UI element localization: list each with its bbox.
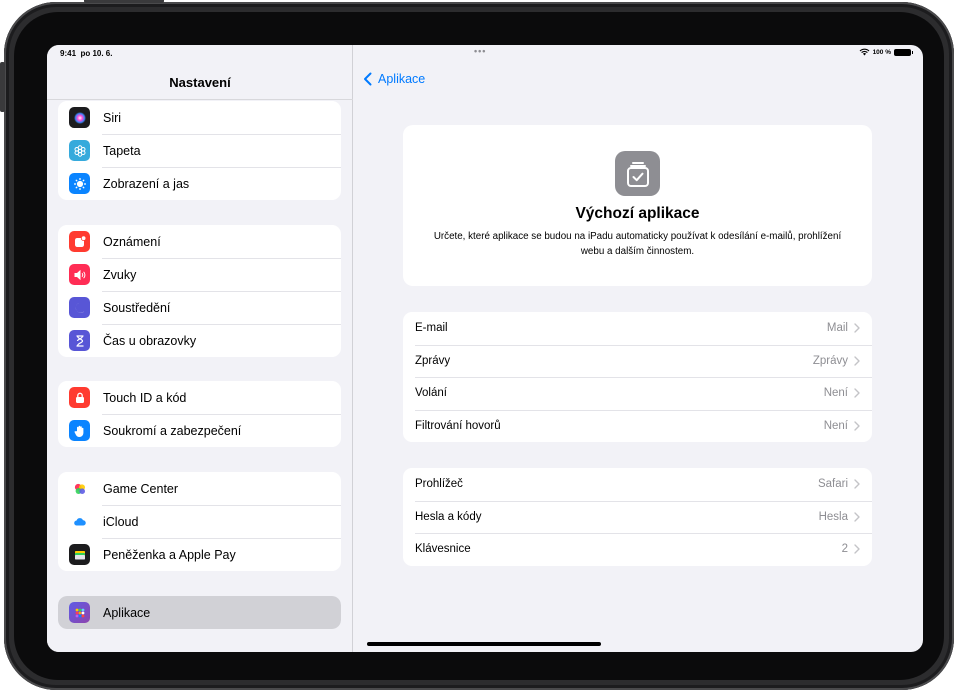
default-apps-card: Výchozí aplikace Určete, které aplikace … xyxy=(403,125,872,286)
row-value: Není xyxy=(823,419,848,432)
back-label: Aplikace xyxy=(378,72,426,86)
multitasking-dots[interactable]: ••• xyxy=(474,46,486,56)
moon-icon xyxy=(69,297,90,318)
settings-sidebar: Nastavení Siri Tapeta Zobrazení a jas Oz… xyxy=(47,45,353,652)
sidebar-item-aplikace[interactable]: Aplikace xyxy=(58,596,341,629)
sidebar-group-apps: Aplikace xyxy=(58,596,341,629)
sidebar-title: Nastavení xyxy=(169,75,231,90)
sidebar-item-label: Čas u obrazovky xyxy=(103,333,197,348)
email-default-row[interactable]: E-mail Mail xyxy=(403,312,872,345)
browser-defaults-list: Prohlížeč Safari Hesla a kódy Hesla Kláv… xyxy=(403,468,872,566)
sidebar-item-zvuky[interactable]: Zvuky xyxy=(58,258,341,291)
volume-button xyxy=(0,62,5,112)
flower-icon xyxy=(69,140,90,161)
page-title: Výchozí aplikace xyxy=(575,205,700,222)
screen: Nastavení Siri Tapeta Zobrazení a jas Oz… xyxy=(47,45,923,652)
chevron-right-icon xyxy=(854,323,860,333)
speaker-icon xyxy=(69,264,90,285)
sidebar-item-tapeta[interactable]: Tapeta xyxy=(58,134,341,167)
default-apps-icon xyxy=(615,151,660,196)
sidebar-item-label: Peněženka a Apple Pay xyxy=(103,547,236,562)
row-label: Prohlížeč xyxy=(415,478,463,491)
detail-pane: Aplikace Výchozí aplikace Určete, které … xyxy=(354,45,923,652)
cloud-icon xyxy=(69,511,90,532)
sidebar-item-cas-u-obrazovky[interactable]: Čas u obrazovky xyxy=(58,324,341,357)
chevron-right-icon xyxy=(854,388,860,398)
browser-default-row[interactable]: Prohlížeč Safari xyxy=(403,468,872,501)
row-label: Filtrování hovorů xyxy=(415,419,501,432)
row-value: Mail xyxy=(826,322,848,335)
chevron-right-icon xyxy=(854,421,860,431)
battery-percent: 100 % xyxy=(872,48,891,56)
sidebar-item-penezenka[interactable]: Peněženka a Apple Pay xyxy=(58,538,341,571)
row-label: Klávesnice xyxy=(415,543,471,556)
call-filtering-default-row[interactable]: Filtrování hovorů Není xyxy=(403,409,872,443)
status-date: po 10. 6. xyxy=(80,49,113,58)
sidebar-item-label: Soustředění xyxy=(103,300,171,315)
chevron-right-icon xyxy=(854,544,860,554)
chevron-left-icon xyxy=(364,72,372,86)
row-label: Zprávy xyxy=(415,354,451,367)
page-description: Určete, které aplikace se budou na iPadu… xyxy=(433,231,842,257)
row-label: Volání xyxy=(415,387,447,400)
sidebar-item-label: Siri xyxy=(103,110,122,125)
sidebar-item-touch-id[interactable]: Touch ID a kód xyxy=(58,381,341,414)
row-value: 2 xyxy=(841,543,848,556)
sidebar-item-game-center[interactable]: Game Center xyxy=(58,472,341,505)
apps-grid-icon xyxy=(69,602,90,623)
status-time: 9:41 po 10. 6. xyxy=(60,49,113,58)
sidebar-item-label: Aplikace xyxy=(103,605,151,620)
row-value: Safari xyxy=(817,478,848,491)
communication-defaults-list: E-mail Mail Zprávy Zprávy Volání Není Fi… xyxy=(403,312,872,442)
hourglass-icon xyxy=(69,330,90,351)
row-label: Hesla a kódy xyxy=(415,510,482,523)
sidebar-item-label: Tapeta xyxy=(103,143,141,158)
sidebar-item-label: Soukromí a zabezpečení xyxy=(103,423,242,438)
sidebar-item-zobrazeni[interactable]: Zobrazení a jas xyxy=(58,167,341,200)
sidebar-group-notifications: Oznámení Zvuky Soustředění Čas u obrazov… xyxy=(58,225,341,357)
status-indicators: 100 % xyxy=(859,48,913,56)
messages-default-row[interactable]: Zprávy Zprávy xyxy=(403,344,872,378)
sidebar-item-soustredeni[interactable]: Soustředění xyxy=(58,291,341,324)
passwords-default-row[interactable]: Hesla a kódy Hesla xyxy=(403,500,872,534)
lock-icon xyxy=(69,387,90,408)
sidebar-item-label: Touch ID a kód xyxy=(103,390,187,405)
chevron-right-icon xyxy=(854,356,860,366)
sidebar-item-oznameni[interactable]: Oznámení xyxy=(58,225,341,258)
keyboards-default-row[interactable]: Klávesnice 2 xyxy=(403,533,872,566)
divider xyxy=(47,99,353,100)
sidebar-item-label: Game Center xyxy=(103,481,179,496)
status-bar: 9:41 po 10. 6. ••• 100 % xyxy=(47,45,923,63)
wallet-icon xyxy=(69,544,90,565)
home-indicator[interactable] xyxy=(367,642,601,646)
row-value: Hesla xyxy=(818,510,848,523)
sidebar-item-label: Oznámení xyxy=(103,234,161,249)
chevron-right-icon xyxy=(854,512,860,522)
sidebar-group-security: Touch ID a kód Soukromí a zabezpečení xyxy=(58,381,341,447)
row-value: Zprávy xyxy=(812,354,848,367)
sun-icon xyxy=(69,173,90,194)
siri-icon xyxy=(69,107,90,128)
back-button[interactable]: Aplikace xyxy=(363,72,425,86)
row-label: E-mail xyxy=(415,322,448,335)
battery-icon xyxy=(894,48,913,56)
hand-icon xyxy=(69,420,90,441)
sidebar-item-label: Zobrazení a jas xyxy=(103,176,190,191)
sidebar-item-icloud[interactable]: iCloud xyxy=(58,505,341,538)
sidebar-group-accounts: Game Center iCloud Peněženka a Apple Pay xyxy=(58,472,341,571)
sidebar-item-soukromi[interactable]: Soukromí a zabezpečení xyxy=(58,414,341,447)
top-button xyxy=(84,0,164,3)
game-center-icon xyxy=(69,478,90,499)
row-value: Není xyxy=(823,387,848,400)
notification-icon xyxy=(69,231,90,252)
sidebar-item-label: iCloud xyxy=(103,514,139,529)
sidebar-item-label: Zvuky xyxy=(103,267,137,282)
sidebar-group-general: Siri Tapeta Zobrazení a jas xyxy=(58,101,341,200)
wifi-icon xyxy=(859,48,869,56)
ipad-frame: Nastavení Siri Tapeta Zobrazení a jas Oz… xyxy=(0,0,954,690)
calling-default-row[interactable]: Volání Není xyxy=(403,377,872,410)
sidebar-item-siri[interactable]: Siri xyxy=(58,101,341,134)
chevron-right-icon xyxy=(854,479,860,489)
